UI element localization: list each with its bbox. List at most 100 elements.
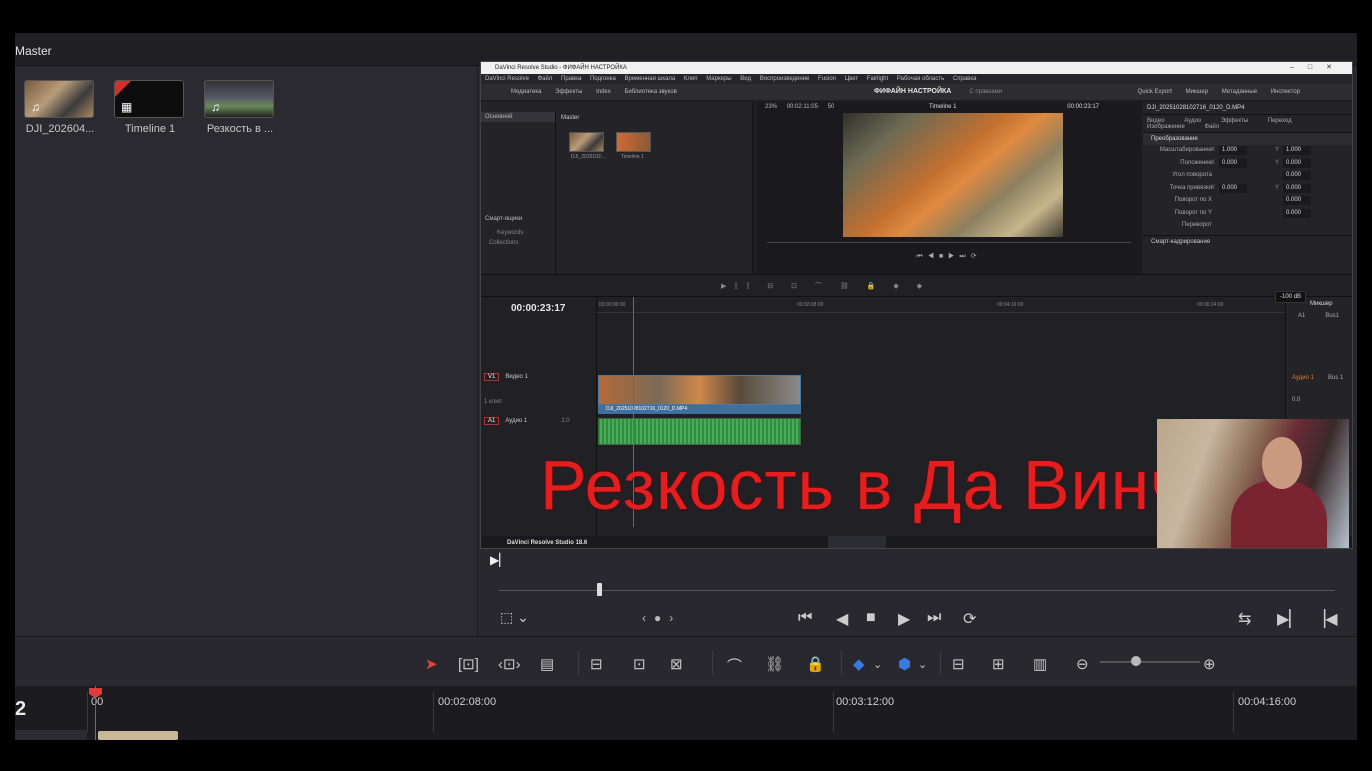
- replace-clip-icon[interactable]: ⊠: [670, 655, 683, 673]
- x-value: 1.000: [1219, 146, 1247, 155]
- ruler-tick: 00:00:00:00: [599, 302, 626, 308]
- master-bin-label[interactable]: Master: [15, 44, 52, 58]
- next-edit-icon[interactable]: ▶▏: [1277, 609, 1302, 629]
- match-frame-icon[interactable]: ⇆: [1238, 609, 1251, 629]
- viewer-mode-icon[interactable]: ⬚ ⌄: [500, 609, 529, 626]
- snapping-icon[interactable]: ⌒: [727, 655, 742, 676]
- viewer-scrub-handle[interactable]: [597, 583, 602, 596]
- row-label: Положение: [1180, 159, 1212, 166]
- inner-window-titlebar: DaVinci Resolve Studio - ФИФАЙН НАСТРОЙК…: [481, 62, 1352, 74]
- trim-tool-icon[interactable]: [⊡]: [458, 655, 479, 673]
- fps: 50: [827, 104, 835, 110]
- flag-icon[interactable]: ◆: [853, 655, 865, 673]
- timeline-thumbnail[interactable]: ▦: [114, 80, 184, 118]
- position-lock-icon[interactable]: 🔒: [806, 655, 825, 673]
- clip-thumbnail[interactable]: ♫: [24, 80, 94, 118]
- row-label: Поворот по X: [1174, 197, 1212, 203]
- play-icon[interactable]: ▶: [898, 609, 910, 629]
- prev-edit-icon[interactable]: ▕◀: [1313, 609, 1338, 629]
- overwrite-clip-icon[interactable]: ⊡: [633, 655, 646, 673]
- x-value: 0.000: [1219, 158, 1247, 168]
- project-status: С правками: [969, 89, 1003, 95]
- timeline-item[interactable]: ▦ Timeline 1: [114, 80, 186, 135]
- zoom-detail-icon[interactable]: ⊞: [992, 655, 1005, 673]
- linked-selection-icon[interactable]: ⛓: [765, 655, 784, 673]
- toolbar-right: Quick Export Микшер Метаданные Инспектор: [1138, 84, 1312, 100]
- marker-icon[interactable]: ⬢: [898, 655, 911, 673]
- inner-toolbar: Медиатека Эффекты Index Библиотека звуко…: [481, 84, 1352, 100]
- timeline-clip[interactable]: [98, 731, 178, 740]
- menu-item: Воспроизведение: [759, 76, 810, 82]
- media-pool: ♫ DJI_202604... ▦ Timeline 1 ♫ Резкость …: [15, 66, 478, 636]
- toolbar-item: Метаданные: [1221, 89, 1258, 95]
- inspector-tab: Аудио: [1184, 118, 1202, 124]
- inspector-row: Поворот по X 0.000: [1143, 195, 1352, 208]
- go-to-end-icon[interactable]: ⏭: [927, 609, 941, 627]
- menu-item: Файл: [537, 76, 553, 82]
- blade-tool-icon[interactable]: ▤: [540, 655, 554, 673]
- dynamic-trim-icon[interactable]: ‹⊡›: [498, 655, 521, 673]
- video-track-header: V1 Видео 1: [484, 373, 594, 381]
- chevron-down-icon[interactable]: ⌄: [918, 658, 927, 671]
- mixer-a1: A1: [1298, 313, 1306, 319]
- inner-clip-name: Timeline 1: [621, 154, 644, 160]
- keywords-label: Keywords: [497, 230, 524, 236]
- stop-icon[interactable]: ■: [866, 609, 876, 627]
- zoom-slider-track[interactable]: [1100, 661, 1200, 663]
- selection-tool-icon[interactable]: ➤: [425, 655, 438, 673]
- loop-icon[interactable]: ⟳: [963, 609, 976, 629]
- webcam-person-body: [1231, 481, 1327, 548]
- zoom-slider-handle[interactable]: [1131, 656, 1141, 666]
- clip-thumbnail[interactable]: ♫: [204, 80, 274, 118]
- inner-clip-name: DJI_2025102...: [571, 154, 605, 160]
- y-value: 0.000: [1283, 196, 1311, 205]
- zoom-out-icon[interactable]: ⊖: [1076, 655, 1089, 673]
- timeline-ruler[interactable]: 2 00 00:02:08:00 00:03:12:00 00:04:16:00: [15, 686, 1357, 740]
- ruler-line: [433, 692, 434, 732]
- y-value: 0.000: [1283, 158, 1311, 168]
- inner-app-version: DaVinci Resolve Studio 18.6: [507, 540, 588, 546]
- clip-item[interactable]: ♫ Резкость в ...: [204, 80, 276, 135]
- inspector-tab: Эффекты: [1220, 118, 1249, 124]
- zoom-level: 23%: [765, 104, 778, 110]
- menu-item: Клип: [683, 76, 698, 82]
- zoom-full-icon[interactable]: ⊟: [952, 655, 965, 673]
- go-to-start-icon[interactable]: ⏮: [798, 609, 812, 627]
- track-name: Видео 1: [505, 374, 528, 380]
- clip-name: Резкость в ...: [206, 123, 274, 135]
- resolve-window: Master ♫ DJI_202604... ▦ Timeline 1 ♫ Ре…: [15, 33, 1357, 740]
- smart-crop-section: Смарт-кадрирование: [1143, 234, 1352, 248]
- inner-viewer: 23% 00:02:11:05 50 Timeline 1 00:00:23:1…: [757, 102, 1141, 274]
- play-reverse-icon[interactable]: ◀: [836, 609, 848, 629]
- webcam-overlay: [1157, 419, 1349, 548]
- track-tag: A1: [484, 417, 500, 425]
- track-tag: V1: [484, 373, 500, 381]
- ruler-tick: 00:04:16:00: [1238, 696, 1297, 708]
- clip-item[interactable]: ♫ DJI_202604...: [24, 80, 96, 135]
- viewer-nav-dots-icon[interactable]: ‹●›: [642, 611, 681, 625]
- toolbar-item: Эффекты: [555, 89, 583, 95]
- inner-window-title: DaVinci Resolve Studio - ФИФАЙН НАСТРОЙК…: [495, 65, 627, 71]
- inspector-tab: Файл: [1204, 124, 1220, 130]
- clip-name: Timeline 1: [124, 123, 176, 135]
- chevron-down-icon[interactable]: ⌄: [873, 658, 882, 671]
- mixer-bus1b: Bus 1: [1328, 375, 1344, 381]
- toolbar-item: Микшер: [1185, 89, 1209, 95]
- inner-audio-clip: [598, 418, 801, 445]
- play-to-end-icon[interactable]: ▶▏: [490, 553, 508, 567]
- inner-master-label: Master: [561, 115, 580, 121]
- y-value: 1.000: [1283, 146, 1311, 155]
- inspector-row: Положение X 0.000 Y 0.000: [1143, 158, 1352, 171]
- zoom-in-icon[interactable]: ⊕: [1203, 655, 1216, 673]
- menu-item: Подгонка: [589, 76, 616, 82]
- transform-section: Преобразование: [1143, 133, 1352, 145]
- viewer-scrub-bar[interactable]: [499, 590, 1335, 591]
- insert-clip-icon[interactable]: ⊟: [590, 655, 603, 673]
- menu-item: Справка: [952, 76, 977, 82]
- toolbar-divider: [940, 651, 941, 675]
- toolbar-item: Библиотека звуков: [624, 89, 677, 95]
- row-label: Точка привязки: [1169, 184, 1212, 191]
- zoom-custom-icon[interactable]: ▥: [1033, 655, 1047, 673]
- bin-item: Основной: [481, 112, 555, 122]
- track-channels: 2.0: [561, 418, 570, 424]
